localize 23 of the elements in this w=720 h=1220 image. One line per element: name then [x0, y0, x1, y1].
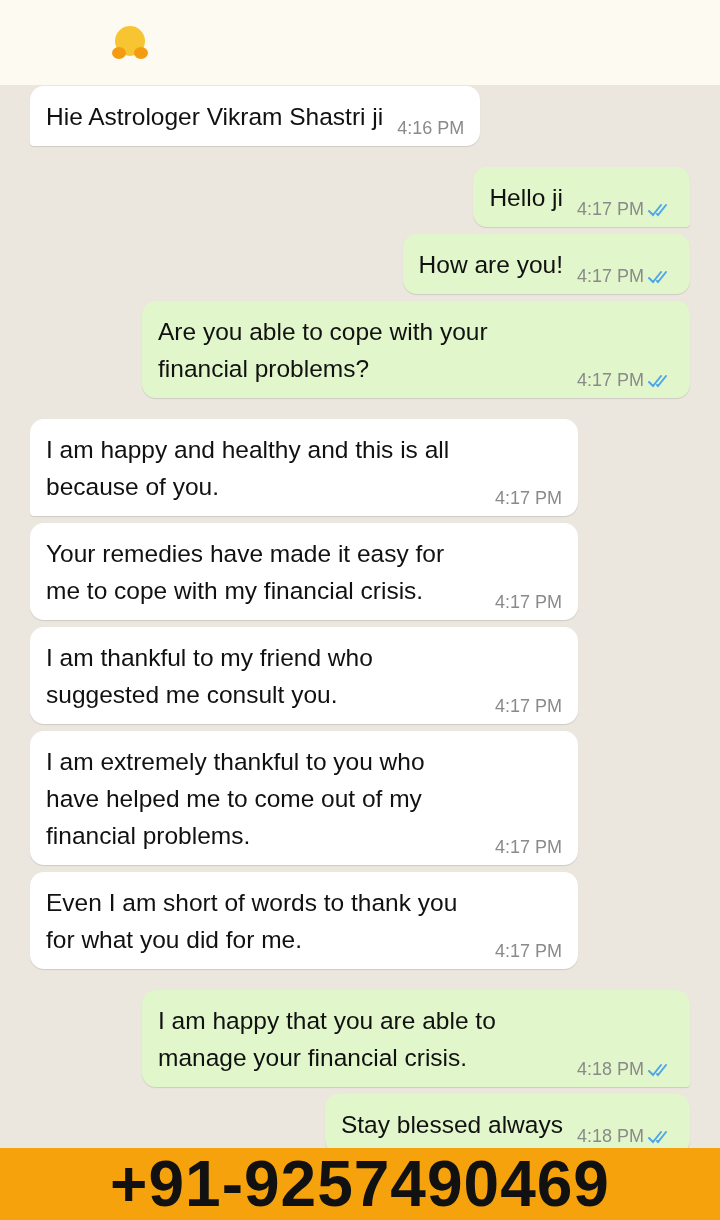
message-time: 4:18 PM: [576, 1059, 644, 1080]
message-text: Your remedies have made it easy for me to cope with my financial crisis.: [46, 539, 446, 606]
message-time: 4:17 PM: [494, 488, 562, 509]
message-time: 4:17 PM: [494, 696, 562, 717]
message-time: 4:17 PM: [576, 266, 644, 287]
message-time: 4:17 PM: [576, 370, 644, 391]
message-time: 4:17 PM: [576, 199, 644, 220]
message-text: I am extremely thankful to you who have helped me to come out of my financial problems.: [46, 747, 426, 851]
message-time: 4:18 PM: [576, 1126, 644, 1147]
message-text: Stay blessed always: [340, 1110, 563, 1140]
phone-number: +91-9257490469: [110, 1147, 610, 1220]
message-time: 4:16 PM: [397, 118, 465, 139]
message-text: Hello ji: [489, 183, 563, 213]
message-text: How are you!: [418, 250, 563, 280]
message-text: Even I am short of words to thank you for what you did for me.: [46, 888, 459, 955]
message-time: 4:17 PM: [494, 592, 562, 613]
message-time: 4:17 PM: [494, 941, 562, 962]
message-text: Hie Astrologer Vikram Shastri ji: [46, 102, 384, 132]
message-text: I am happy that you are able to manage your financial crisis.: [158, 1006, 497, 1073]
message-text: I am happy and healthy and this is all because of you.: [46, 435, 451, 502]
message-time: 4:17 PM: [494, 837, 562, 858]
message-text: Are you able to cope with your financial problems?: [158, 317, 489, 384]
message-text: I am thankful to my friend who suggested me consult you.: [46, 643, 374, 710]
